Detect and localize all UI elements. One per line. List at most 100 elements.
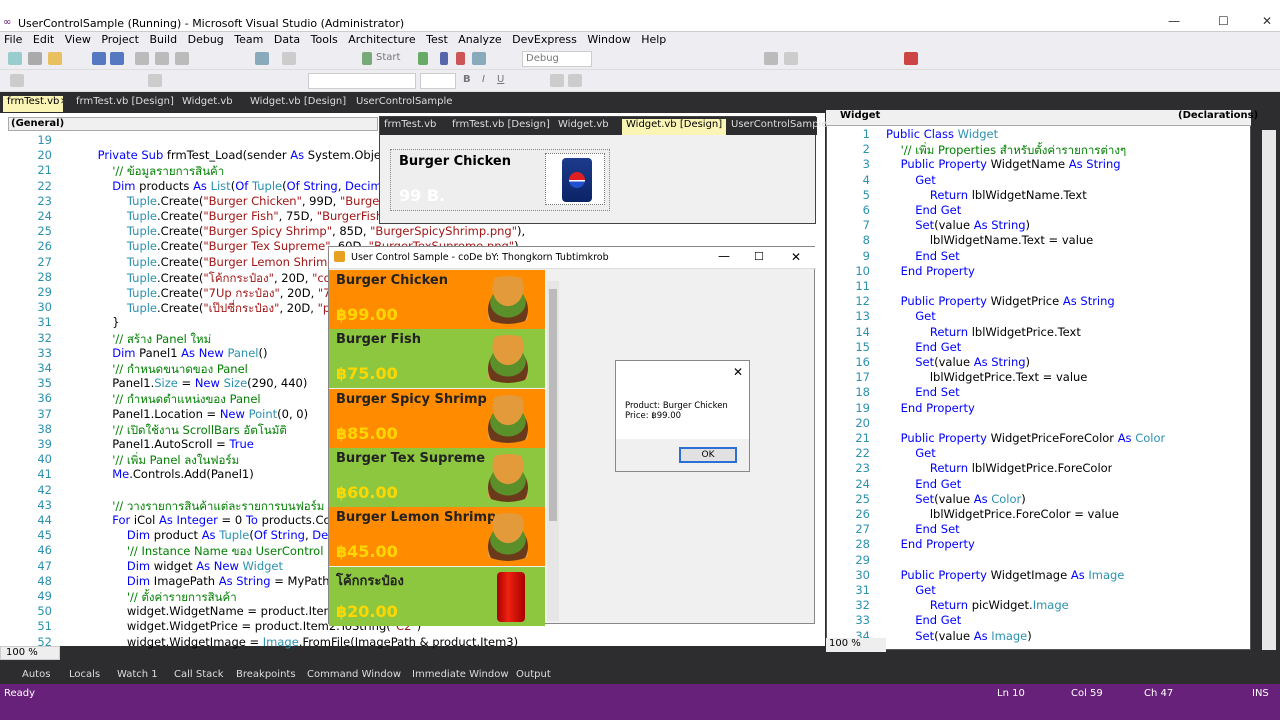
code-line[interactable]: End Get (886, 613, 961, 627)
close-icon[interactable]: ✕ (791, 250, 801, 264)
toolbar-misc-icon[interactable] (764, 52, 778, 65)
product-widget[interactable]: Burger Fish ฿75.00 (329, 329, 545, 389)
add-item-icon[interactable] (28, 52, 42, 65)
tab-command-window[interactable]: Command Window (307, 669, 401, 680)
menu-tools[interactable]: Tools (307, 32, 341, 46)
code-line[interactable]: Tuple.Create("Burger Chicken", 99D, "Bur… (83, 194, 416, 208)
code-line[interactable]: Panel1.Location = New Point(0, 0) (83, 407, 308, 421)
start-icon[interactable] (362, 52, 372, 65)
code-line[interactable]: End Get (886, 203, 961, 217)
code-line[interactable]: Private Sub frmTest_Load(sender As Syste… (83, 148, 418, 162)
menu-data[interactable]: Data (270, 32, 303, 46)
redo-icon[interactable] (282, 52, 296, 65)
code-line[interactable]: lblWidgetPrice.ForeColor = value (886, 507, 1119, 521)
close-icon[interactable]: ✕ (1262, 14, 1272, 28)
code-line[interactable]: Return lblWidgetPrice.Text (886, 325, 1081, 339)
menu-devexpress[interactable]: DevExpress (508, 32, 580, 46)
tab-locals[interactable]: Locals (69, 669, 100, 680)
code-line[interactable]: } (83, 315, 119, 329)
tab-widget-design[interactable]: Widget.vb [Design] (246, 96, 350, 107)
scope-select[interactable]: (General) (8, 117, 378, 131)
code-line[interactable]: Return lblWidgetName.Text (886, 188, 1087, 202)
code-line[interactable]: Public Class Widget (886, 127, 998, 141)
tab-frmtest-vb[interactable]: frmTest.vb (3, 96, 64, 112)
code-line[interactable]: Dim product As Tuple(Of String, Decimal (83, 528, 359, 542)
menu-build[interactable]: Build (145, 32, 180, 46)
menu-edit[interactable]: Edit (29, 32, 57, 46)
code-line[interactable]: Set(value As Image) (886, 629, 1032, 643)
code-line[interactable]: Return lblWidgetPrice.ForeColor (886, 461, 1113, 475)
cut-icon[interactable] (135, 52, 149, 65)
devexpress-icon[interactable] (904, 52, 918, 65)
code-line[interactable]: End Set (886, 522, 959, 536)
code-line[interactable]: Get (886, 446, 936, 460)
italic-icon[interactable]: I (482, 74, 485, 85)
close-tab-icon[interactable]: ✕ (60, 97, 68, 107)
code-line[interactable]: Panel1.Size = New Size(290, 440) (83, 376, 307, 390)
code-line[interactable]: widget.WidgetImage = Image.FromFile(Imag… (83, 635, 518, 649)
code-line[interactable]: Set(value As String) (886, 218, 1030, 232)
code-line[interactable]: Dim widget As New Widget (83, 559, 283, 573)
code-line[interactable]: End Get (886, 340, 961, 354)
tab-immediate-window[interactable]: Immediate Window (412, 669, 509, 680)
copy-icon[interactable] (155, 52, 169, 65)
minimize-icon[interactable]: — (1168, 14, 1180, 28)
code-line[interactable]: Public Property WidgetName As String (886, 157, 1121, 171)
tab-autos[interactable]: Autos (22, 669, 50, 680)
font-name-select[interactable] (308, 73, 416, 89)
menu-debug[interactable]: Debug (184, 32, 227, 46)
break-all-icon[interactable] (440, 52, 448, 65)
tab-breakpoints[interactable]: Breakpoints (236, 669, 296, 680)
code-line[interactable]: Public Property WidgetImage As Image (886, 568, 1125, 582)
product-widget[interactable]: Burger Chicken ฿99.00 (329, 270, 545, 329)
member-select[interactable]: (Declarations) (1166, 110, 1258, 124)
code-line[interactable]: End Set (886, 385, 959, 399)
code-line[interactable]: End Property (886, 537, 975, 551)
code-line[interactable]: End Get (886, 477, 961, 491)
product-widget[interactable]: Burger Lemon Shrimp ฿45.00 (329, 507, 545, 567)
scrollbar-thumb[interactable] (549, 289, 557, 521)
code-line[interactable]: Public Property WidgetPrice As String (886, 294, 1115, 308)
save-icon[interactable] (92, 52, 106, 65)
continue-icon[interactable] (418, 52, 428, 65)
save-all-icon[interactable] (110, 52, 124, 65)
solution-config-select[interactable]: Debug (522, 51, 592, 67)
bold-icon[interactable]: B (463, 74, 471, 85)
restart-icon[interactable] (472, 52, 486, 65)
tab-call-stack[interactable]: Call Stack (174, 669, 224, 680)
zoom-select-right[interactable]: 100 % (826, 638, 886, 652)
menu-help[interactable]: Help (637, 32, 669, 46)
menu-window[interactable]: Window (583, 32, 633, 46)
code-line[interactable]: lblWidgetName.Text = value (886, 233, 1093, 247)
vertical-scrollbar[interactable] (1262, 130, 1276, 650)
code-line[interactable]: Dim Panel1 As New Panel() (83, 346, 267, 360)
tab-output[interactable]: Output (516, 669, 551, 680)
menu-architecture[interactable]: Architecture (344, 32, 418, 46)
ok-button[interactable]: OK (679, 447, 737, 463)
maximize-icon[interactable]: ☐ (1218, 14, 1229, 28)
maximize-icon[interactable]: ☐ (754, 250, 764, 263)
code-line[interactable]: Public Property WidgetPriceForeColor As … (886, 431, 1166, 445)
tab-watch1[interactable]: Watch 1 (117, 669, 158, 680)
close-icon[interactable]: ✕ (733, 365, 743, 379)
align-left-icon[interactable] (550, 74, 564, 87)
stop-debugging-icon[interactable] (456, 52, 465, 65)
tab-frmtest-vb[interactable]: frmTest.vb (380, 119, 440, 130)
toolbar2-icon[interactable] (10, 74, 24, 87)
minimize-icon[interactable]: — (718, 249, 730, 263)
code-line[interactable]: Set(value As String) (886, 355, 1030, 369)
paste-icon[interactable] (175, 52, 189, 65)
menu-test[interactable]: Test (422, 32, 451, 46)
code-line[interactable]: Tuple.Create("Burger Fish", 75D, "Burger… (83, 209, 414, 223)
code-line[interactable]: Return picWidget.Image (886, 598, 1069, 612)
code-line[interactable]: Get (886, 173, 936, 187)
code-line[interactable]: Set(value As Color) (886, 492, 1026, 506)
code-line[interactable]: Panel1.AutoScroll = True (83, 437, 254, 451)
code-line[interactable]: widget.WidgetName = product.Item1 (83, 604, 342, 618)
font-size-select[interactable] (420, 73, 456, 89)
menu-view[interactable]: View (61, 32, 94, 46)
menu-team[interactable]: Team (230, 32, 266, 46)
product-widget[interactable]: โค้กกระป๋อง ฿20.00 (329, 566, 545, 626)
tab-frmtest-design[interactable]: frmTest.vb [Design] (448, 119, 554, 130)
code-line[interactable]: For iCol As Integer = 0 To products.Coun… (83, 513, 357, 527)
